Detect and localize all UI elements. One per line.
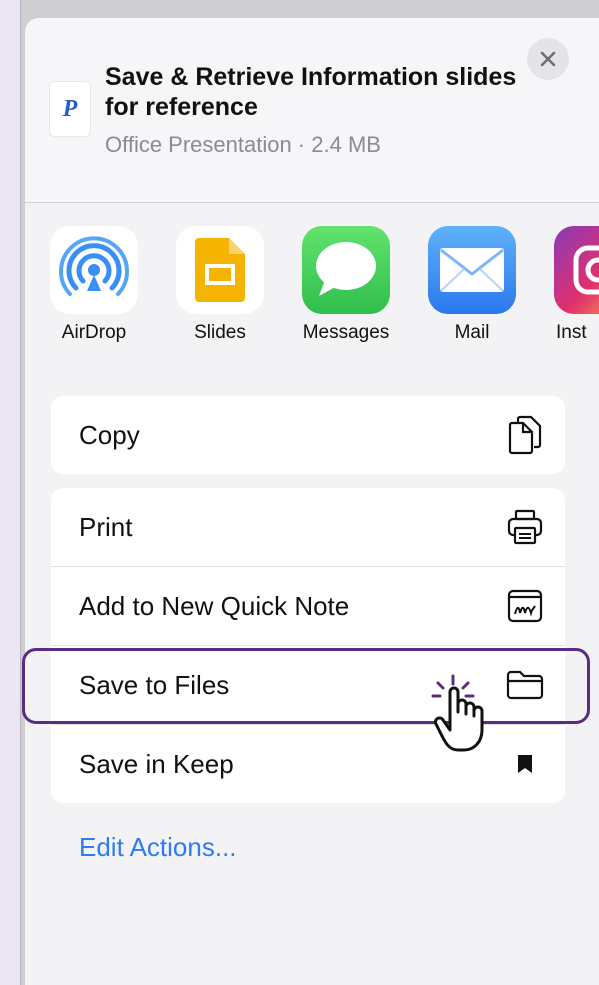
app-label: Messages bbox=[302, 322, 390, 343]
actions-group-main: Print Add to New Quick Note Save to File… bbox=[51, 488, 565, 803]
share-sheet: P Save & Retrieve Information slides for… bbox=[25, 18, 599, 985]
app-airdrop[interactable]: AirDrop bbox=[39, 226, 149, 344]
action-label: Print bbox=[79, 512, 133, 542]
app-instagram[interactable]: Inst bbox=[543, 226, 599, 344]
bookmark-icon bbox=[505, 744, 545, 784]
close-icon bbox=[540, 51, 556, 67]
copy-icon bbox=[505, 415, 545, 455]
instagram-icon bbox=[554, 226, 599, 314]
app-label: Slides bbox=[194, 322, 246, 343]
app-slides[interactable]: Slides bbox=[165, 226, 275, 344]
document-title: Save & Retrieve Information slides for r… bbox=[105, 63, 517, 121]
airdrop-icon bbox=[50, 226, 138, 314]
folder-icon bbox=[505, 665, 545, 705]
file-icon-letter: P bbox=[62, 95, 78, 122]
action-copy[interactable]: Copy bbox=[51, 396, 565, 474]
google-slides-icon bbox=[176, 226, 264, 314]
document-subtitle: Office Presentation · 2.4 MB bbox=[105, 132, 381, 157]
action-label: Add to New Quick Note bbox=[79, 591, 350, 621]
action-add-quick-note[interactable]: Add to New Quick Note bbox=[51, 567, 565, 646]
action-label: Copy bbox=[79, 420, 140, 450]
app-label: Mail bbox=[454, 322, 490, 343]
mail-icon bbox=[428, 226, 516, 314]
app-share-row: AirDrop Slides Messages Mail Inst bbox=[25, 226, 599, 366]
action-print[interactable]: Print bbox=[51, 488, 565, 567]
app-messages[interactable]: Messages bbox=[291, 226, 401, 344]
messages-icon bbox=[302, 226, 390, 314]
action-label: Save in Keep bbox=[79, 749, 234, 779]
app-label: AirDrop bbox=[61, 322, 127, 343]
actions-group-copy: Copy bbox=[51, 396, 565, 474]
printer-icon bbox=[505, 507, 545, 547]
share-sheet-header: P Save & Retrieve Information slides for… bbox=[25, 18, 599, 203]
app-label: Inst bbox=[556, 322, 587, 343]
action-label: Save to Files bbox=[79, 670, 230, 700]
device-frame: P Save & Retrieve Information slides for… bbox=[20, 0, 599, 985]
app-mail[interactable]: Mail bbox=[417, 226, 527, 344]
close-button[interactable] bbox=[527, 38, 569, 80]
quick-note-icon bbox=[505, 586, 545, 626]
edit-actions-link[interactable]: Edit Actions... bbox=[79, 832, 237, 863]
tap-hand-icon bbox=[428, 674, 498, 754]
presentation-file-icon: P bbox=[50, 82, 90, 136]
